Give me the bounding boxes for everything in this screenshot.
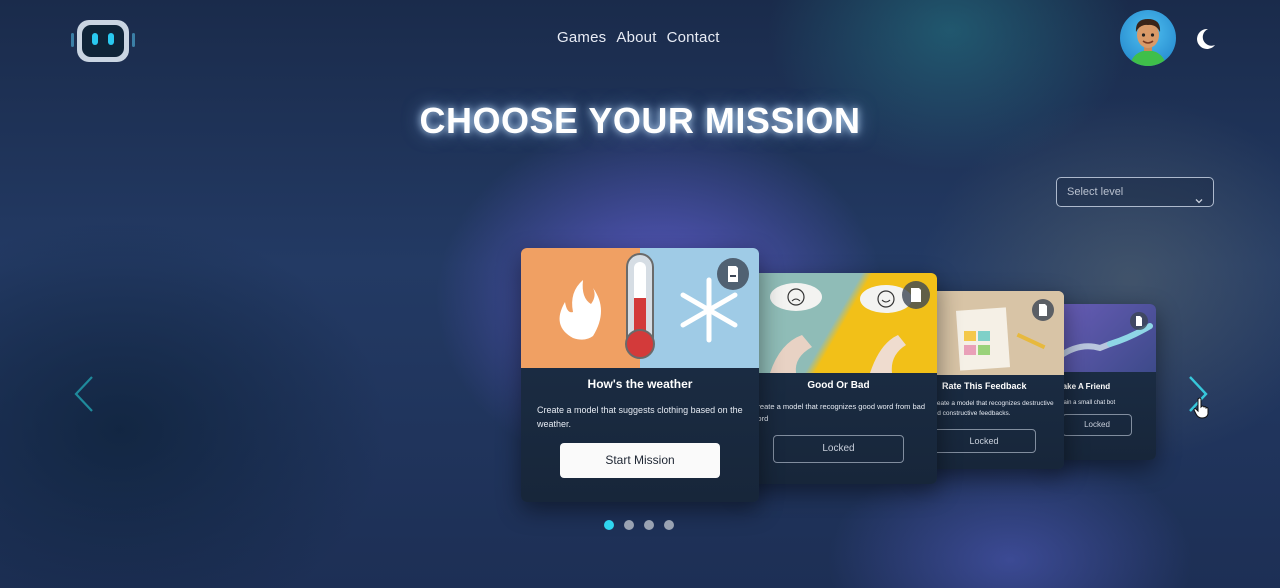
nav-about-link[interactable]: About [616,29,656,46]
level-select[interactable]: Select level [1056,177,1214,207]
pagination-dot-3[interactable] [644,520,654,530]
mission-card[interactable]: How's the weather Create a model that su… [521,248,759,502]
mission-title: Good Or Bad [807,380,870,391]
locked-button[interactable]: Locked [1062,414,1132,436]
mission-title: How's the weather [587,377,693,391]
pagination-dot-2[interactable] [624,520,634,530]
locked-button[interactable]: Locked [932,429,1036,453]
avatar[interactable] [1120,10,1176,66]
main-nav: Games About Contact [557,29,720,46]
robot-logo-icon[interactable] [70,18,136,64]
pagination-dot-1[interactable] [604,520,614,530]
mission-title: Make A Friend [1056,382,1111,391]
mission-card[interactable]: Rate This Feedback Create a model that r… [920,291,1064,469]
carousel-prev-button[interactable] [72,375,96,413]
carousel-pagination [604,520,674,530]
chevron-down-icon [1195,188,1203,204]
locked-button[interactable]: Locked [773,435,904,463]
start-mission-button[interactable]: Start Mission [560,443,720,478]
pdf-icon[interactable] [902,281,930,309]
mission-description: Create a model that recognizes destructi… [930,400,1054,418]
nav-contact-link[interactable]: Contact [667,29,720,46]
nav-games-link[interactable]: Games [557,29,606,46]
mission-description: Train a small chat bot [1058,400,1116,406]
mission-description: Create a model that recognizes good word… [752,402,926,423]
mission-title: Rate This Feedback [942,381,1027,391]
pagination-dot-4[interactable] [664,520,674,530]
pdf-icon[interactable] [717,258,749,290]
chevron-left-icon [72,376,96,417]
page-title: CHOOSE YOUR MISSION [419,100,861,141]
mission-card[interactable]: Good Or Bad Create a model that recogniz… [740,273,937,484]
hand-cursor-icon [1193,397,1209,419]
pdf-icon[interactable] [1130,312,1148,330]
level-select-placeholder: Select level [1067,186,1124,198]
mission-description: Create a model that suggests clothing ba… [537,405,743,430]
mission-card[interactable]: Make A Friend Train a small chat bot Loc… [1050,304,1156,460]
pdf-icon[interactable] [1032,299,1054,321]
moon-icon[interactable] [1192,26,1218,52]
